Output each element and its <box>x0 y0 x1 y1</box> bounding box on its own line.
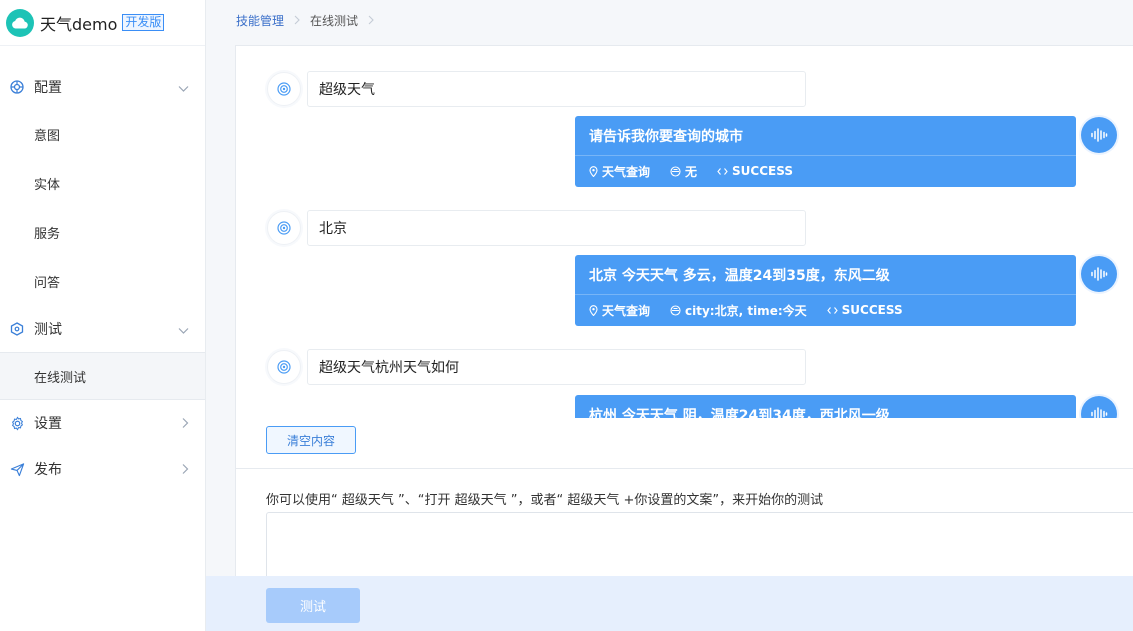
sidebar-group-label: 配置 <box>34 80 62 96</box>
user-message-text: 超级天气杭州天气如何 <box>307 349 806 385</box>
bot-voice-icon <box>1081 117 1117 153</box>
bot-message: 杭州 今天天气 阴，温度24到34度，西北风一级 <box>575 395 1076 418</box>
footer-bar: 测试 <box>206 576 1133 631</box>
user-avatar-icon <box>267 72 301 106</box>
config-icon <box>9 79 25 95</box>
chevron-right-icon <box>182 414 189 433</box>
status-label: SUCCESS <box>841 303 903 317</box>
slots-tag: city:北京, time:今天 <box>670 302 807 319</box>
sidebar-group-label: 发布 <box>34 462 62 478</box>
chevron-right-icon <box>368 15 374 25</box>
slot-icon <box>670 165 681 177</box>
brand-header: 天气demo 开发版 <box>0 0 205 46</box>
sidebar-group-publish[interactable]: 发布 <box>0 446 205 492</box>
user-message-text: 北京 <box>307 210 806 246</box>
bot-message-text: 北京 今天天气 多云，温度24到35度，东风二级 <box>575 255 1076 295</box>
bot-message-meta: 天气查询 city:北京, time:今天 SUCCESS <box>575 295 1076 325</box>
chevron-right-icon <box>294 15 300 25</box>
send-icon <box>9 461 25 477</box>
test-panel: 超级天气 请告诉我你要查询的城市 天气查询 无 SUCCESS 北京 北京 今天… <box>235 45 1133 631</box>
sidebar-item-online-test[interactable]: 在线测试 <box>0 352 205 400</box>
breadcrumb-skill-management[interactable]: 技能管理 <box>236 12 284 29</box>
sidebar-group-settings[interactable]: 设置 <box>0 400 205 446</box>
status-tag: SUCCESS <box>717 164 793 178</box>
chevron-down-icon <box>178 78 189 97</box>
sidebar-item-service[interactable]: 服务 <box>0 208 205 257</box>
clear-content-button[interactable]: 清空内容 <box>266 426 356 454</box>
usage-hint: 你可以使用“ 超级天气 ”、“打开 超级天气 ”，或者“ 超级天气 +你设置的文… <box>266 493 824 508</box>
bot-message-text: 请告诉我你要查询的城市 <box>575 116 1076 156</box>
user-message: 北京 <box>267 210 806 246</box>
intent-label: 天气查询 <box>602 303 651 318</box>
slot-icon <box>670 304 681 316</box>
app-title: 天气demo <box>40 14 118 34</box>
bot-message-meta: 天气查询 无 SUCCESS <box>575 156 1076 186</box>
breadcrumb: 技能管理 在线测试 <box>236 11 384 29</box>
sidebar-group-label: 测试 <box>34 322 62 338</box>
user-message-text: 超级天气 <box>307 71 806 107</box>
status-label: SUCCESS <box>732 164 793 178</box>
sidebar-item-intent[interactable]: 意图 <box>0 110 205 159</box>
slots-tag: 无 <box>670 163 697 180</box>
user-avatar-icon <box>267 350 301 384</box>
bot-message-text: 杭州 今天天气 阴，温度24到34度，西北风一级 <box>575 395 1076 419</box>
location-pin-icon <box>589 165 598 177</box>
intent-label: 天气查询 <box>602 164 651 179</box>
user-message: 超级天气 <box>267 71 806 107</box>
chevron-down-icon <box>178 320 189 339</box>
sidebar-item-entity[interactable]: 实体 <box>0 159 205 208</box>
bot-message: 请告诉我你要查询的城市 天气查询 无 SUCCESS <box>575 116 1076 187</box>
status-tag: SUCCESS <box>826 303 903 317</box>
test-input[interactable] <box>266 512 1133 582</box>
code-icon <box>717 167 728 175</box>
breadcrumb-current: 在线测试 <box>310 13 359 28</box>
user-avatar-icon <box>267 211 301 245</box>
sidebar-nav: 配置 意图 实体 服务 问答 测试 在线测试 设置 发布 <box>0 64 205 492</box>
dev-badge: 开发版 <box>122 14 165 31</box>
bot-voice-icon <box>1081 256 1117 292</box>
slots-label: city:北京, time:今天 <box>685 303 807 318</box>
bot-voice-icon <box>1081 396 1117 418</box>
code-icon <box>826 306 838 314</box>
intent-tag: 天气查询 <box>589 163 650 180</box>
location-pin-icon <box>589 304 598 316</box>
test-button[interactable]: 测试 <box>266 588 360 623</box>
sidebar-group-label: 设置 <box>34 416 62 432</box>
sidebar-group-test[interactable]: 测试 <box>0 306 205 352</box>
test-icon <box>9 321 25 337</box>
chat-history[interactable]: 超级天气 请告诉我你要查询的城市 天气查询 无 SUCCESS 北京 北京 今天… <box>236 46 1133 418</box>
sidebar-group-config[interactable]: 配置 <box>0 64 205 110</box>
user-message: 超级天气杭州天气如何 <box>267 349 806 385</box>
sidebar: 天气demo 开发版 配置 意图 实体 服务 问答 测试 在线测试 设置 发布 <box>0 0 206 631</box>
chevron-right-icon <box>182 460 189 479</box>
gear-icon <box>9 415 25 431</box>
slots-label: 无 <box>685 164 698 179</box>
bot-message: 北京 今天天气 多云，温度24到35度，东风二级 天气查询 city:北京, t… <box>575 255 1076 326</box>
cloud-logo-icon <box>6 8 34 37</box>
intent-tag: 天气查询 <box>589 302 650 319</box>
divider <box>236 468 1133 469</box>
sidebar-item-qa[interactable]: 问答 <box>0 257 205 306</box>
